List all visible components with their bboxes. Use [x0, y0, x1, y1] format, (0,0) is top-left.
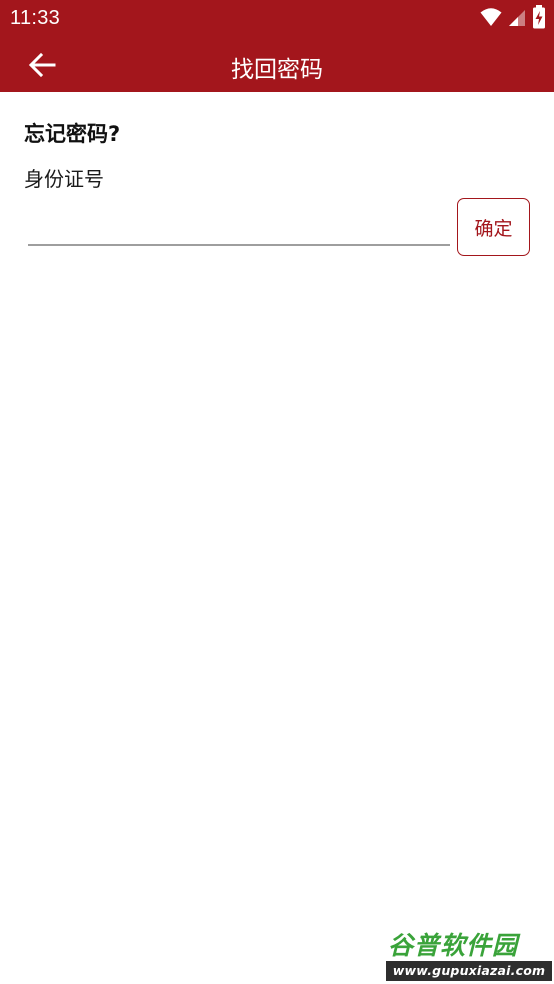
battery-charging-icon [532, 5, 546, 33]
app-bar: 找回密码 [0, 38, 554, 92]
page-title: 找回密码 [231, 57, 323, 83]
status-time: 11:33 [10, 7, 61, 29]
status-bar: 11:33 [0, 0, 554, 38]
form-heading: 忘记密码? [24, 122, 121, 146]
status-icons [480, 5, 546, 33]
cell-signal-icon [508, 7, 526, 31]
wifi-icon [480, 7, 502, 31]
id-number-label: 身份证号 [24, 167, 104, 191]
confirm-button[interactable]: 确定 [457, 198, 530, 256]
watermark-name: 谷普软件园 [388, 931, 519, 960]
watermark-url: www.gupuxiazai.com [386, 961, 552, 981]
watermark-logo: 谷普软件园 www.gupuxiazai.com [386, 926, 552, 982]
id-number-input[interactable] [28, 210, 450, 246]
